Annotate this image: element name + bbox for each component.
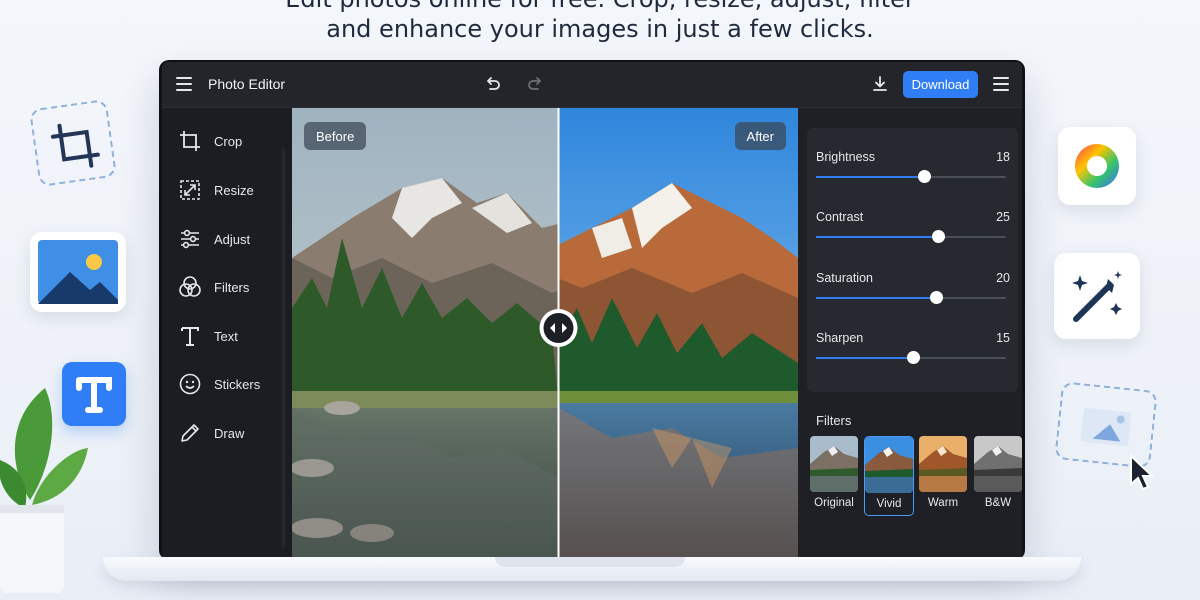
color-wheel-card (1058, 127, 1136, 205)
slider-track[interactable] (816, 230, 1006, 243)
headline-line-2: and enhance your images in just a few cl… (326, 15, 874, 43)
magic-wand-card (1054, 253, 1140, 339)
slider-label: Saturation (816, 271, 873, 285)
mouse-cursor-icon (1130, 454, 1155, 491)
resize-icon (178, 178, 202, 202)
filters-title: Filters (816, 413, 852, 428)
split-handle (539, 309, 578, 347)
sidebar-item-label: Adjust (214, 231, 251, 247)
more-menu-icon[interactable] (993, 77, 1009, 91)
filter-name: Original (814, 497, 854, 509)
slider-thumb[interactable] (918, 170, 932, 183)
slider-track[interactable] (816, 170, 1006, 183)
filter-vivid[interactable]: Vivid (864, 436, 914, 516)
sidebar-item-resize[interactable]: Resize (178, 175, 288, 205)
redo-icon[interactable] (526, 75, 544, 93)
tools-sidebar: Crop Resize Adjust Filters Text Stickers… (162, 108, 292, 557)
filter-name: Vivid (876, 498, 902, 510)
slider-track[interactable] (816, 351, 1006, 364)
filter-thumbnail (974, 436, 1022, 492)
slider-label: Sharpen (816, 331, 864, 345)
slider-thumb[interactable] (929, 291, 943, 304)
filter-name: Warm (927, 497, 959, 509)
landscape-photo (292, 108, 798, 557)
image-canvas[interactable]: Before After (292, 108, 798, 557)
sidebar-item-label: Filters (214, 279, 250, 295)
sidebar-item-label: Resize (214, 182, 254, 198)
adjustments-box: Brightness 18 Contrast 25 Saturation 20 … (807, 128, 1018, 392)
sidebar-item-text[interactable]: Text (178, 321, 288, 351)
headline-line-1: Edit photos online for free. Crop, resiz… (0, 0, 1200, 14)
photo-editor-app: Photo Editor Download Crop Resize Adjust… (162, 62, 1022, 557)
sidebar-item-filters[interactable]: Filters (178, 272, 288, 302)
text-icon (178, 324, 202, 348)
slider-label: Brightness (816, 150, 876, 164)
color-wheel-icon (1075, 144, 1119, 188)
sliders-icon (178, 227, 202, 251)
slider-value: 18 (996, 150, 1010, 164)
app-title: Photo Editor (208, 76, 286, 92)
menu-icon[interactable] (176, 77, 192, 91)
before-label: Before (304, 122, 367, 150)
brightness-slider[interactable]: Brightness 18 (816, 150, 1010, 200)
filter-thumbnail (919, 436, 967, 492)
filter-name: B&W (984, 497, 1012, 509)
plant-decoration (0, 388, 88, 593)
slider-value: 25 (996, 210, 1010, 224)
sidebar-item-label: Draw (214, 425, 245, 441)
contrast-slider[interactable]: Contrast 25 (816, 210, 1010, 260)
download-icon[interactable] (871, 75, 889, 93)
filter-warm[interactable]: Warm (919, 436, 967, 516)
crop-icon (178, 129, 202, 153)
sidebar-item-label: Text (214, 328, 238, 344)
saturation-slider[interactable]: Saturation 20 (816, 271, 1010, 321)
filter-original[interactable]: Original (810, 436, 858, 516)
magic-wand-icon (1072, 271, 1122, 322)
sidebar-item-crop[interactable]: Crop (178, 126, 288, 156)
laptop-notch (495, 557, 685, 567)
slider-value: 20 (996, 271, 1010, 285)
headline: Edit photos online for free. Crop, resiz… (0, 0, 1200, 44)
filter-thumbnail (810, 436, 858, 492)
sharpen-slider[interactable]: Sharpen 15 (816, 331, 1010, 381)
image-card (30, 232, 126, 312)
slider-thumb[interactable] (931, 230, 945, 243)
slider-track[interactable] (816, 291, 1006, 304)
slider-thumb[interactable] (906, 351, 920, 364)
crop-icon (50, 123, 100, 168)
pencil-icon (178, 421, 202, 445)
crop-card (28, 98, 118, 188)
after-label: After (734, 122, 786, 150)
image-icon (38, 240, 118, 304)
download-button[interactable]: Download (903, 71, 978, 98)
sidebar-item-stickers[interactable]: Stickers (178, 369, 288, 399)
slider-label: Contrast (816, 210, 864, 224)
filter-thumbnail (865, 437, 913, 493)
filter-bw[interactable]: B&W (974, 436, 1022, 516)
filters-icon (178, 275, 202, 299)
adjustments-panel: Brightness 18 Contrast 25 Saturation 20 … (798, 108, 1022, 557)
sidebar-item-draw[interactable]: Draw (178, 418, 288, 448)
top-bar: Photo Editor Download (162, 62, 1022, 108)
undo-icon[interactable] (484, 75, 502, 93)
sidebar-item-label: Stickers (214, 376, 261, 392)
smiley-icon (178, 372, 202, 396)
sidebar-item-adjust[interactable]: Adjust (178, 224, 288, 254)
slider-value: 15 (996, 331, 1010, 345)
sidebar-item-label: Crop (214, 133, 243, 149)
